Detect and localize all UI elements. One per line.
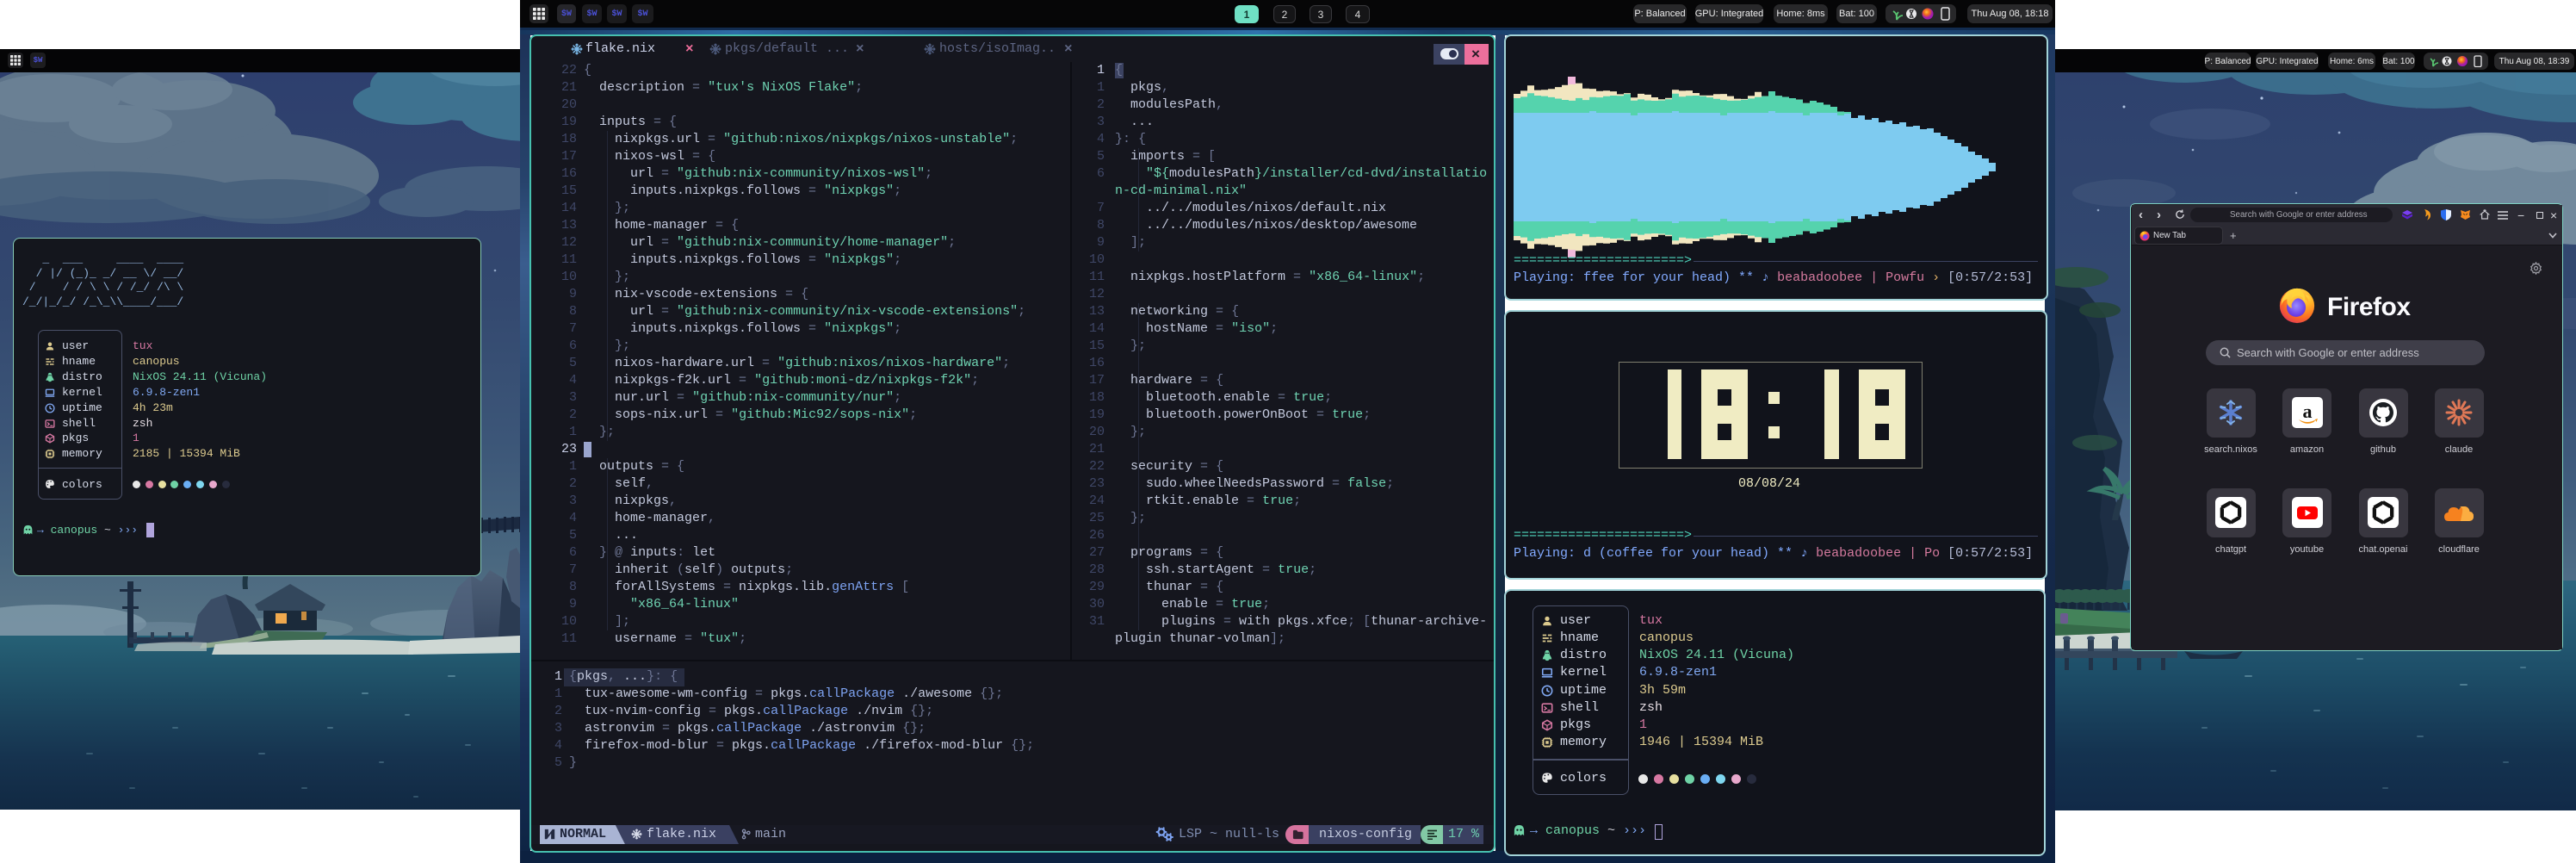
svg-text:a: a [2302,400,2312,422]
